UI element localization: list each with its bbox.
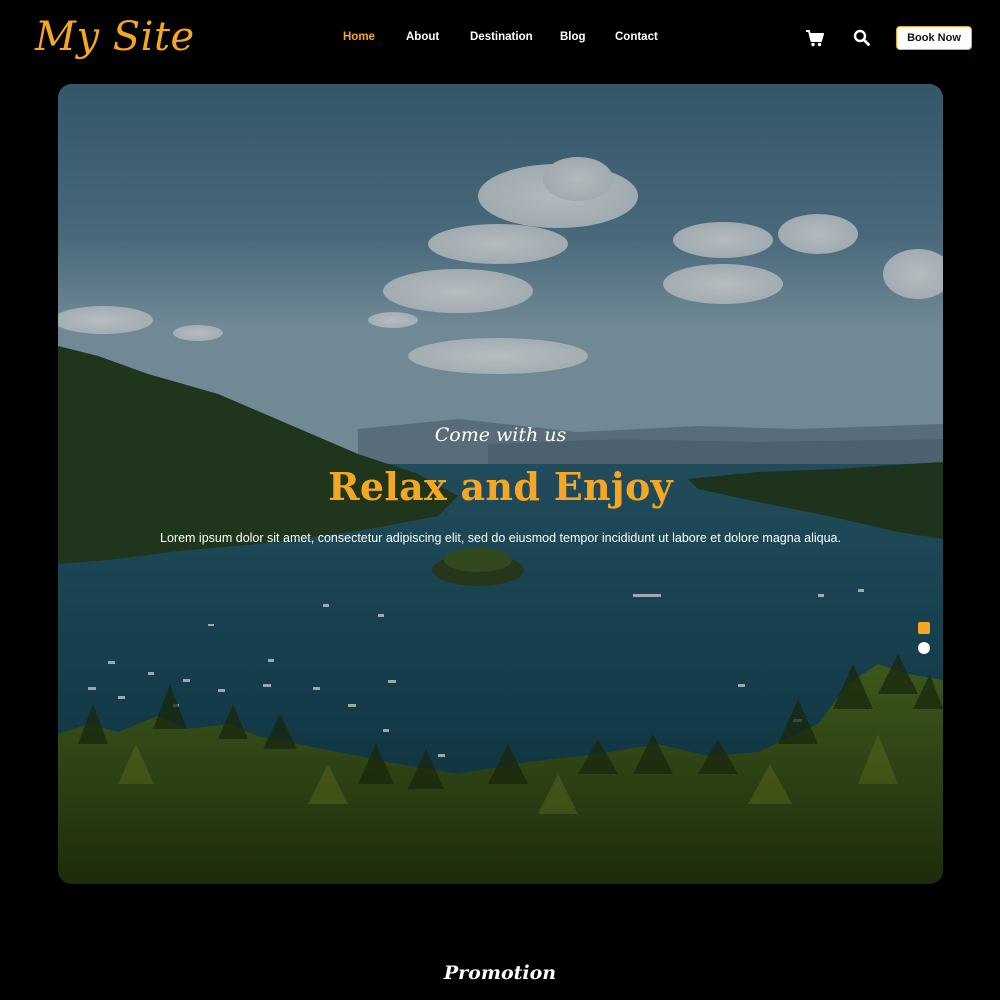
hero-description: Lorem ipsum dolor sit amet, consectetur … [160, 531, 841, 545]
hero-title: Relax and Enjoy [327, 464, 673, 509]
main-nav: Home About Destination Blog Contact [0, 31, 1000, 47]
cart-icon[interactable] [805, 28, 825, 48]
nav-item-blog[interactable]: Blog [560, 31, 586, 43]
slider-dot-1-active[interactable] [918, 622, 930, 634]
site-header: My Site Home About Destination Blog Cont… [0, 0, 1000, 80]
nav-item-home[interactable]: Home [343, 31, 375, 43]
book-now-button[interactable]: Book Now [896, 26, 972, 50]
promotion-heading: Promotion [443, 962, 557, 984]
nav-item-about[interactable]: About [406, 31, 439, 43]
search-icon[interactable] [852, 28, 872, 48]
slider-dot-2[interactable] [918, 642, 930, 654]
nav-item-contact[interactable]: Contact [615, 31, 658, 43]
hero-slider: Come with us Relax and Enjoy Lorem ipsum… [58, 84, 943, 884]
nav-item-destination[interactable]: Destination [470, 31, 533, 43]
hero-subtitle: Come with us [434, 424, 567, 446]
